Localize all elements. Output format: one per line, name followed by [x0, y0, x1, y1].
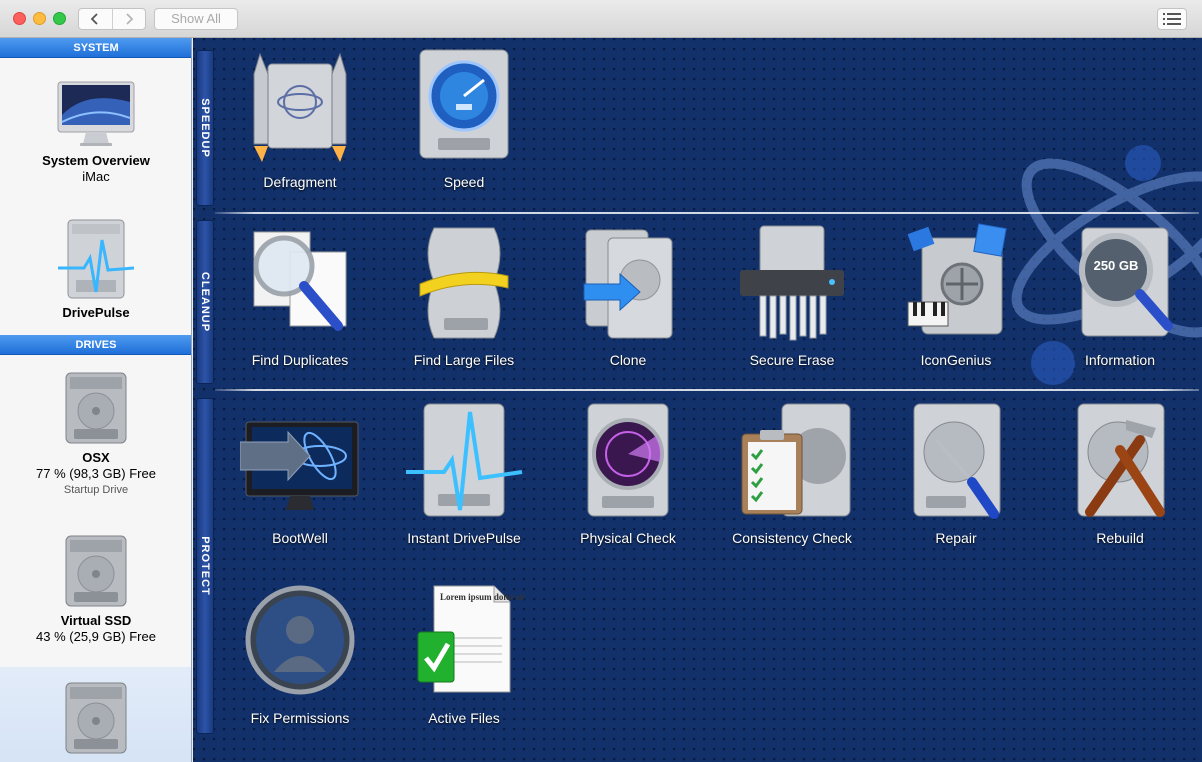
tool-fix-permissions-label: Fix Permissions [250, 710, 350, 726]
close-window-button[interactable] [13, 12, 26, 25]
shredder-drive-icon [740, 225, 844, 341]
sidebar-item-drive-osx[interactable]: OSX 77 % (98,3 GB) Free Startup Drive [0, 371, 191, 496]
list-view-button[interactable] [1157, 8, 1187, 30]
tool-instant-drivepulse-label: Instant DrivePulse [407, 530, 521, 546]
hard-drive-icon [65, 372, 127, 444]
rocket-drive-icon [253, 52, 347, 162]
drive-virtual-ssd-name: Virtual SSD [60, 613, 132, 628]
safe-tools-icon [907, 223, 1007, 335]
drive-virtual-ssd-free: 43 % (25,9 GB) Free [36, 629, 156, 644]
tool-secure-erase[interactable]: Secure Erase [710, 222, 874, 368]
tab-speedup-label: SPEEDUP [199, 98, 211, 158]
tool-instant-drivepulse[interactable]: Instant DrivePulse [382, 400, 546, 546]
system-overview-title: System Overview [42, 153, 150, 168]
tool-physical-check[interactable]: Physical Check [546, 400, 710, 546]
tool-consistency-check-label: Consistency Check [732, 530, 852, 546]
tool-repair-label: Repair [935, 530, 977, 546]
section-divider [215, 212, 1199, 214]
speedometer-drive-icon [419, 49, 509, 159]
tagged-document-icon: Lorem ipsum dolor sit amet [417, 585, 547, 693]
minimize-window-button[interactable] [33, 12, 46, 25]
tab-protect-label: PROTECT [199, 536, 211, 596]
drives-section-header: DRIVES [0, 335, 191, 355]
toolbar: Show All [0, 0, 1202, 38]
tool-find-duplicates-label: Find Duplicates [251, 352, 349, 368]
drivepulse-title: DrivePulse [62, 305, 130, 320]
tool-find-large-files-label: Find Large Files [413, 352, 515, 368]
information-capacity-text: 250 GB [1094, 258, 1139, 273]
imac-bootwell-icon [239, 421, 359, 510]
screwdriver-drive-icon [913, 403, 1001, 519]
magnifier-documents-icon [253, 231, 347, 331]
section-divider [215, 389, 1199, 391]
active-files-doc-text: Lorem ipsum dolor sit amet [440, 592, 524, 602]
clone-drives-icon [583, 229, 673, 339]
tool-icongenius-label: IconGenius [920, 352, 992, 368]
sidebar-item-drive-virtual-ssd[interactable]: Virtual SSD 43 % (25,9 GB) Free [0, 534, 191, 644]
tool-bootwell[interactable]: BootWell [218, 400, 382, 546]
hard-drive-icon [65, 535, 127, 607]
tool-secure-erase-label: Secure Erase [749, 352, 835, 368]
app-window: Show All SYSTEM System Overview iMac Dri… [0, 0, 1202, 762]
tool-speed-label: Speed [443, 174, 485, 190]
tool-find-large-files[interactable]: Find Large Files [382, 222, 546, 368]
radar-drive-icon [587, 403, 669, 517]
tool-repair[interactable]: Repair [874, 400, 1038, 546]
sidebar-item-drivepulse[interactable]: DrivePulse [0, 218, 191, 320]
tools-panel: SPEEDUP CLEANUP PROTECT Defragment Speed… [193, 38, 1202, 762]
tool-rebuild-label: Rebuild [1096, 530, 1144, 546]
tool-icongenius[interactable]: IconGenius [874, 222, 1038, 368]
tool-information-label: Information [1084, 352, 1156, 368]
drive-osx-note: Startup Drive [63, 484, 129, 496]
tool-fix-permissions[interactable]: Fix Permissions [218, 580, 382, 726]
tool-active-files-label: Active Files [428, 710, 500, 726]
hard-drive-icon [65, 682, 127, 754]
navigation-buttons [78, 8, 146, 30]
tool-active-files[interactable]: Lorem ipsum dolor sit amet Active Files [382, 580, 547, 726]
chevron-right-icon [126, 13, 134, 25]
magnifier-drive-info-icon: 250 GB [1079, 227, 1173, 337]
tool-defragment-label: Defragment [263, 174, 337, 190]
measuring-tape-drive-icon [419, 227, 509, 339]
tool-clone[interactable]: Clone [546, 222, 710, 368]
tab-cleanup-label: CLEANUP [199, 271, 211, 333]
zoom-window-button[interactable] [53, 12, 66, 25]
sidebar-item-system-overview[interactable]: System Overview iMac [0, 80, 191, 184]
tool-speed[interactable]: Speed [382, 44, 546, 190]
back-button[interactable] [79, 9, 112, 29]
sidebar-item-drive-selected[interactable] [0, 667, 191, 762]
list-view-icon [1163, 13, 1181, 25]
pulse-drive-icon [406, 403, 523, 517]
forward-button[interactable] [111, 9, 145, 29]
user-silhouette-icon [245, 585, 355, 695]
drivepulse-icon [58, 219, 135, 299]
system-section-header: SYSTEM [0, 38, 191, 58]
drive-osx-name: OSX [82, 450, 110, 465]
show-all-button[interactable]: Show All [154, 8, 238, 30]
tab-speedup[interactable]: SPEEDUP [196, 50, 214, 206]
chevron-left-icon [91, 13, 99, 25]
tab-cleanup[interactable]: CLEANUP [196, 220, 214, 384]
tool-clone-label: Clone [609, 352, 647, 368]
tools-drive-icon [1077, 403, 1165, 517]
sidebar: SYSTEM System Overview iMac DrivePulse D… [0, 38, 192, 762]
tool-physical-check-label: Physical Check [580, 530, 676, 546]
tool-consistency-check[interactable]: Consistency Check [710, 400, 874, 546]
imac-icon [57, 81, 135, 146]
tab-protect[interactable]: PROTECT [196, 398, 214, 734]
system-overview-subtitle: iMac [82, 169, 110, 184]
tool-defragment[interactable]: Defragment [218, 44, 382, 190]
tool-information[interactable]: 250 GB Information [1038, 222, 1202, 368]
drive-osx-free: 77 % (98,3 GB) Free [36, 466, 156, 481]
tool-find-duplicates[interactable]: Find Duplicates [218, 222, 382, 368]
tool-rebuild[interactable]: Rebuild [1038, 400, 1202, 546]
clipboard-drive-icon [741, 403, 851, 517]
tool-bootwell-label: BootWell [272, 530, 328, 546]
